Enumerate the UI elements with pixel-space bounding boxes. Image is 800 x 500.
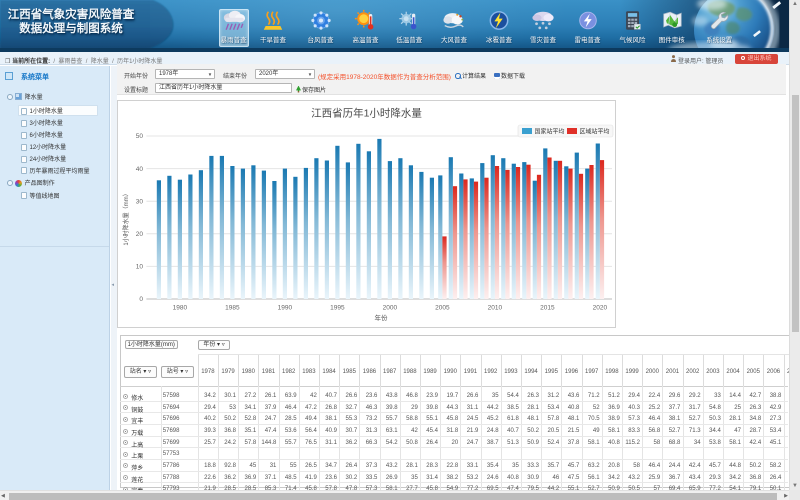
svg-text:1995: 1995	[330, 305, 345, 312]
svg-text:区域站平均: 区域站平均	[580, 128, 610, 136]
svg-text:40: 40	[136, 166, 144, 173]
svg-text:0: 0	[139, 296, 143, 303]
svg-text:年份: 年份	[375, 313, 389, 322]
svg-text:30: 30	[136, 198, 144, 205]
svg-text:1985: 1985	[225, 305, 240, 312]
svg-text:1980: 1980	[173, 305, 188, 312]
svg-text:2000: 2000	[383, 305, 398, 312]
svg-text:2015: 2015	[540, 305, 555, 312]
svg-text:江西省历年1小时降水量: 江西省历年1小时降水量	[311, 107, 422, 120]
svg-text:2005: 2005	[435, 305, 450, 312]
svg-text:10: 10	[136, 264, 144, 271]
svg-text:国家站平均: 国家站平均	[535, 128, 565, 136]
svg-text:1小时降水量（mm）: 1小时降水量（mm）	[122, 190, 130, 245]
svg-text:2020: 2020	[593, 305, 608, 312]
svg-text:20: 20	[136, 231, 144, 238]
svg-text:2010: 2010	[488, 305, 503, 312]
svg-text:1990: 1990	[278, 305, 293, 312]
svg-text:50: 50	[136, 133, 144, 140]
